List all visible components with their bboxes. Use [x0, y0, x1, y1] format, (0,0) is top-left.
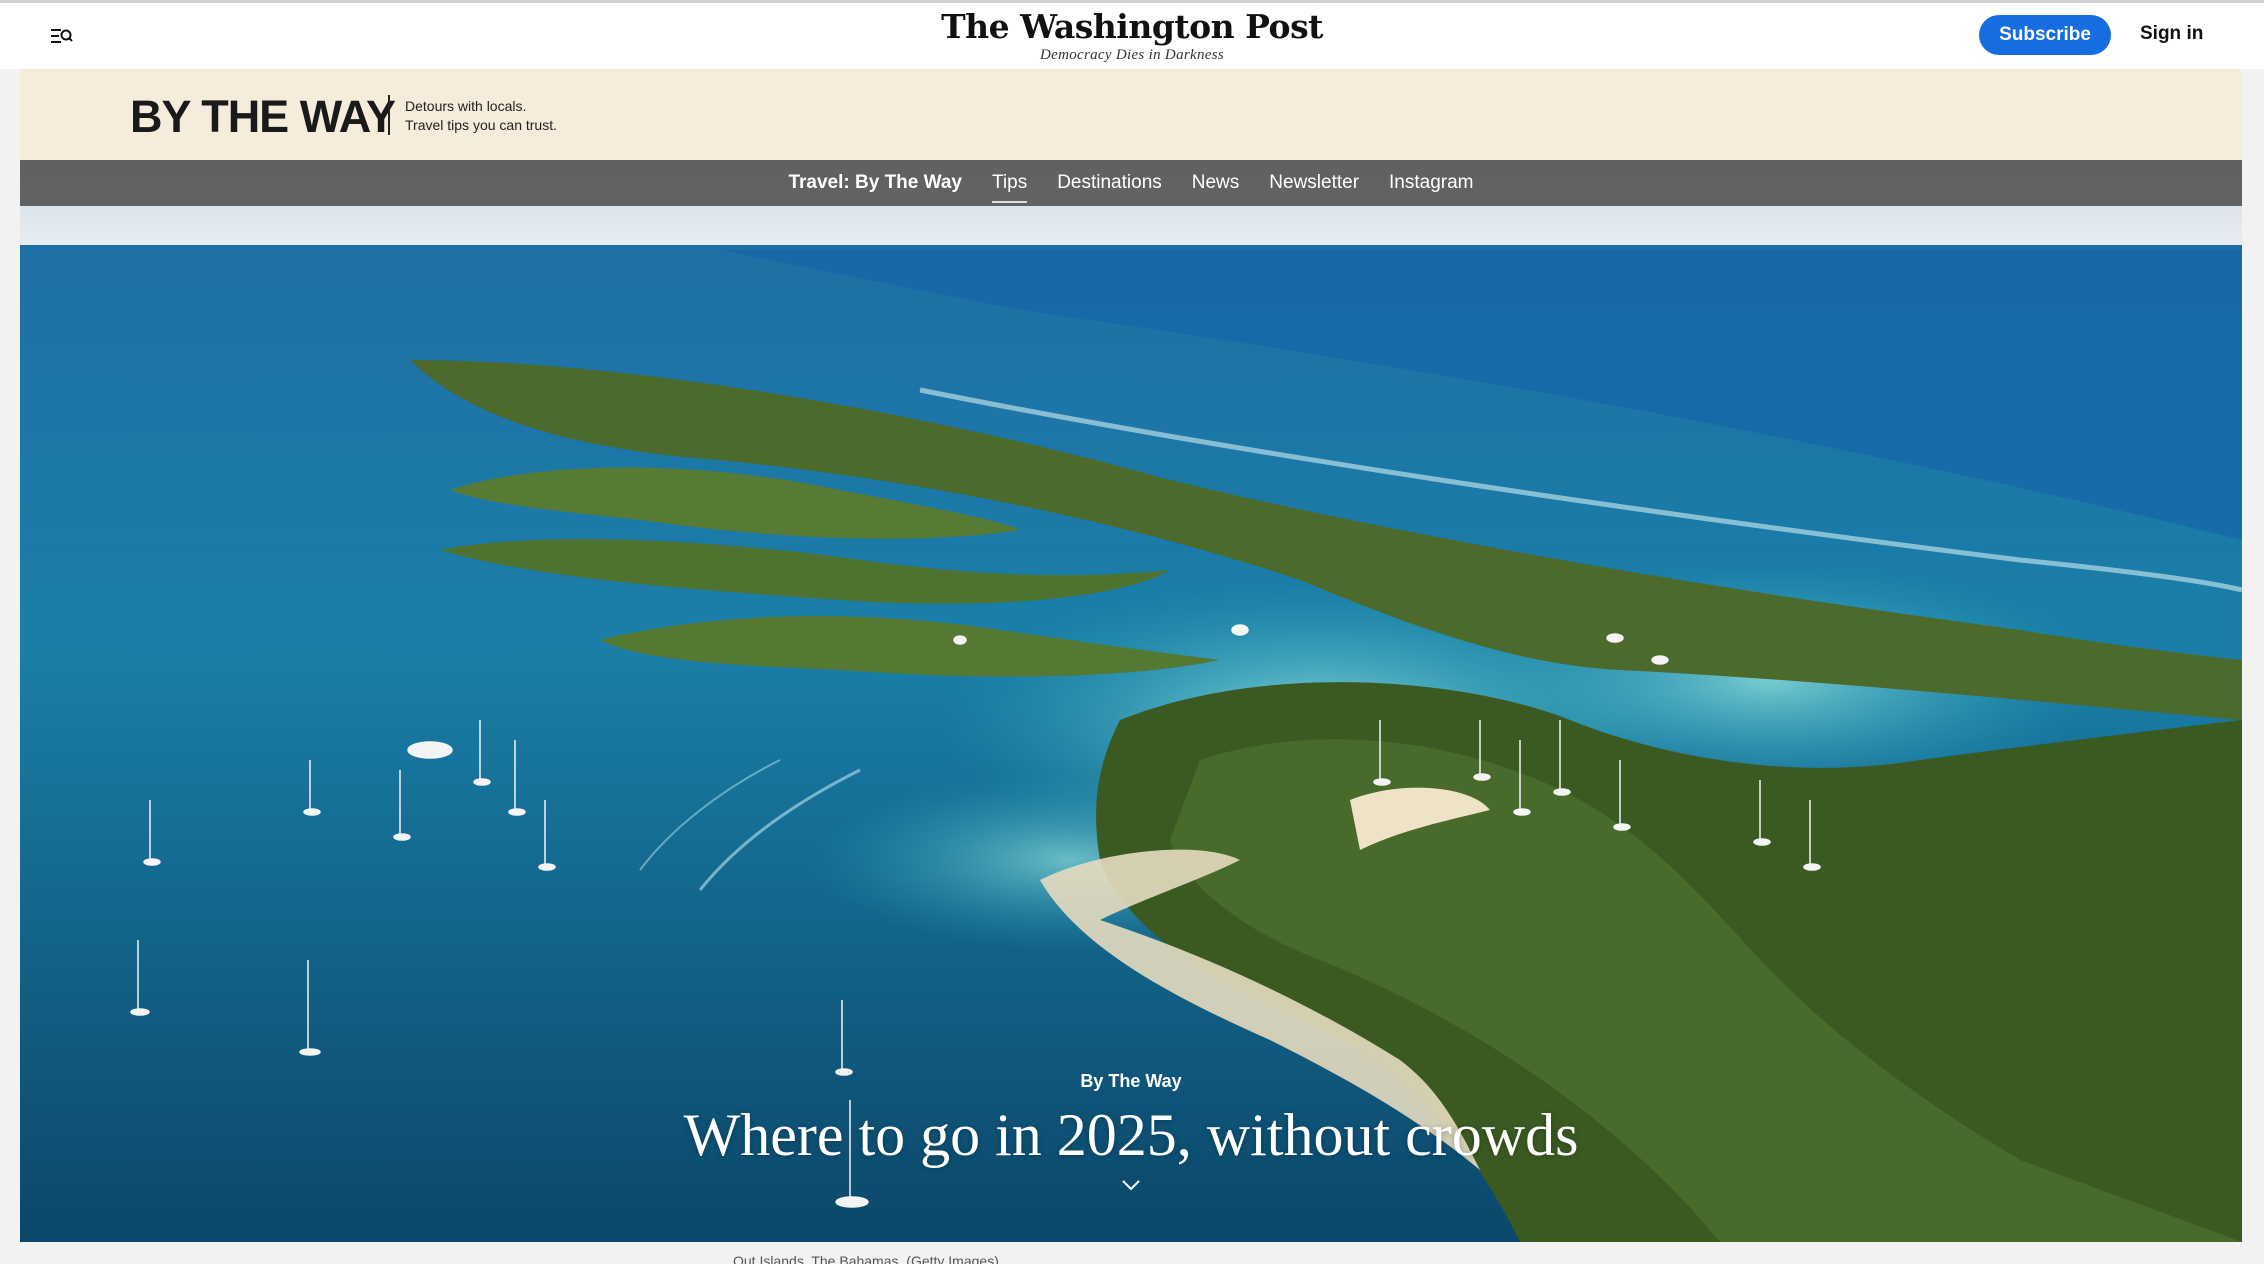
- sign-in-link[interactable]: Sign in: [2140, 23, 2203, 45]
- nav-item-news[interactable]: News: [1177, 160, 1255, 206]
- subscribe-button[interactable]: Subscribe: [1979, 15, 2111, 55]
- by-the-way-logo[interactable]: BY THE WAY: [130, 89, 410, 143]
- masthead-title[interactable]: The Washington Post: [941, 7, 1323, 47]
- chevron-down-icon[interactable]: [1121, 1178, 1141, 1192]
- section-banner: BY THE WAY Detours with locals. Travel t…: [20, 69, 2242, 160]
- logo-text: BY THE WAY: [130, 91, 396, 142]
- tagline-line-1: Detours with locals.: [405, 98, 527, 114]
- hero-image-section: Travel: By The Way Tips Destinations New…: [20, 160, 2242, 1242]
- article-kicker[interactable]: By The Way: [20, 1070, 2242, 1092]
- masthead-tagline: Democracy Dies in Darkness: [1039, 47, 1224, 63]
- nav-item-destinations[interactable]: Destinations: [1042, 160, 1177, 206]
- nav-item-instagram[interactable]: Instagram: [1374, 160, 1488, 206]
- hero-text: By The Way Where to go in 2025, without …: [20, 1070, 2242, 1172]
- article-headline: Where to go in 2025, without crowds: [683, 1102, 1579, 1168]
- nav-item-tips[interactable]: Tips: [977, 160, 1042, 206]
- banner-divider: [388, 95, 390, 135]
- nav-item-newsletter[interactable]: Newsletter: [1254, 160, 1374, 206]
- nav-item-travel-by-the-way[interactable]: Travel: By The Way: [773, 160, 977, 206]
- masthead[interactable]: The Washington Post Democracy Dies in Da…: [0, 7, 2264, 63]
- photo-caption: Out Islands, The Bahamas. (Getty Images): [733, 1253, 999, 1264]
- banner-tagline: Detours with locals. Travel tips you can…: [405, 97, 557, 135]
- section-nav: Travel: By The Way Tips Destinations New…: [20, 160, 2242, 206]
- site-header: The Washington Post Democracy Dies in Da…: [0, 3, 2264, 69]
- tagline-line-2: Travel tips you can trust.: [405, 117, 557, 133]
